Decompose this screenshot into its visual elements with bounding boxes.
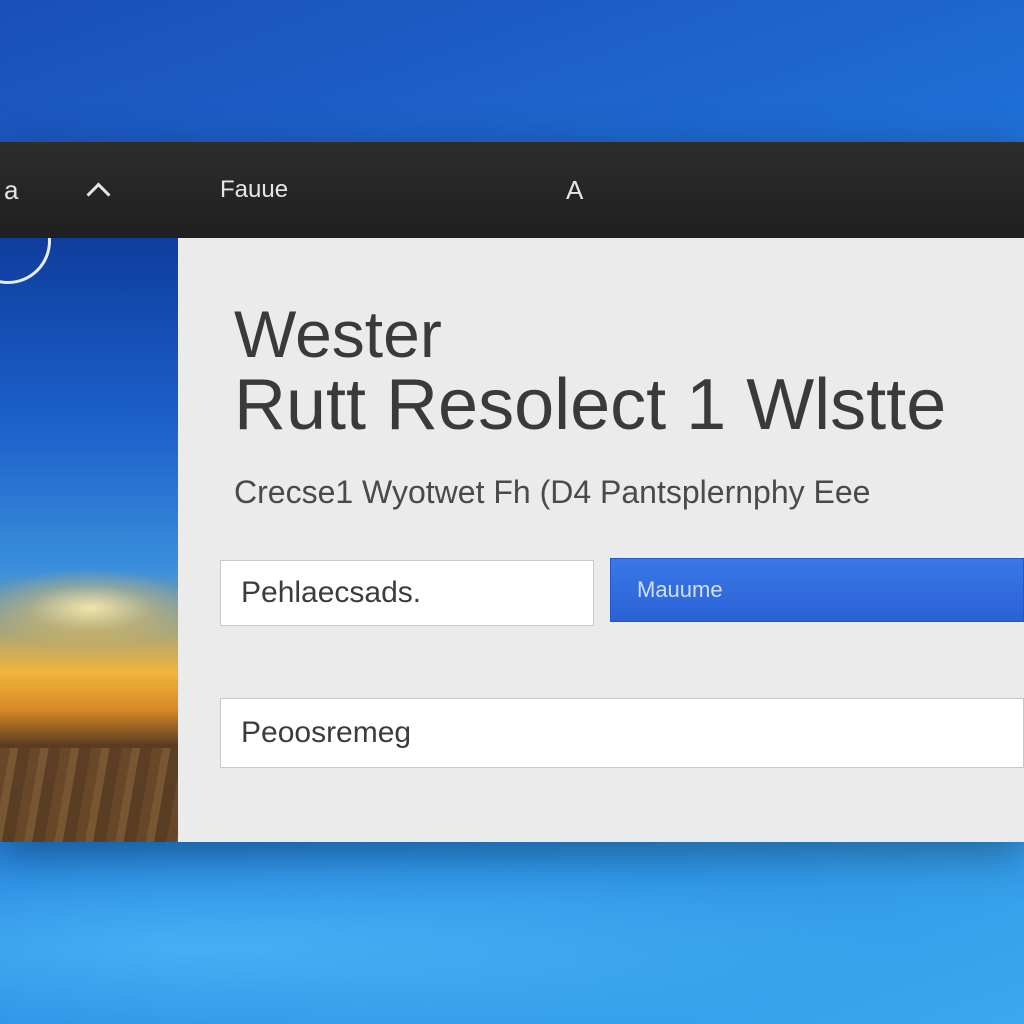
window-title: Fauue	[220, 176, 289, 203]
chevron-up-icon[interactable]	[86, 172, 111, 212]
second-input-field[interactable]: Peoosremeg	[220, 698, 1024, 768]
primary-button[interactable]: Mauume	[610, 558, 1024, 622]
app-window: a Fauue A Wester Rutt Resolect 1 Wlstte …	[0, 142, 1024, 842]
first-input-field[interactable]: Pehlaecsads.	[220, 560, 594, 626]
landscape-terrain	[0, 748, 178, 842]
page-subtitle: Crecse1 Wyotwet Fh (D4 Pantsplernphy Eee	[234, 474, 871, 510]
primary-button-label: Mauume	[637, 577, 723, 602]
first-input-value: Pehlaecsads.	[241, 576, 422, 609]
titlebar-right-glyph[interactable]: A	[566, 172, 583, 208]
loading-arc-icon	[0, 238, 51, 284]
sidebar-wallpaper-image	[0, 238, 178, 842]
page-title-line-2: Rutt Resolect 1 Wlstte	[234, 365, 947, 445]
titlebar-left-glyph[interactable]: a	[4, 172, 18, 208]
main-content-panel: Wester Rutt Resolect 1 Wlstte Crecse1 Wy…	[178, 238, 1024, 842]
desktop-background-glow	[0, 830, 1024, 1024]
title-bar: a Fauue A	[0, 142, 1024, 238]
page-title-line-1: Wester	[234, 297, 442, 371]
second-input-value: Peoosremeg	[241, 716, 412, 749]
sunset-glow	[0, 568, 178, 648]
